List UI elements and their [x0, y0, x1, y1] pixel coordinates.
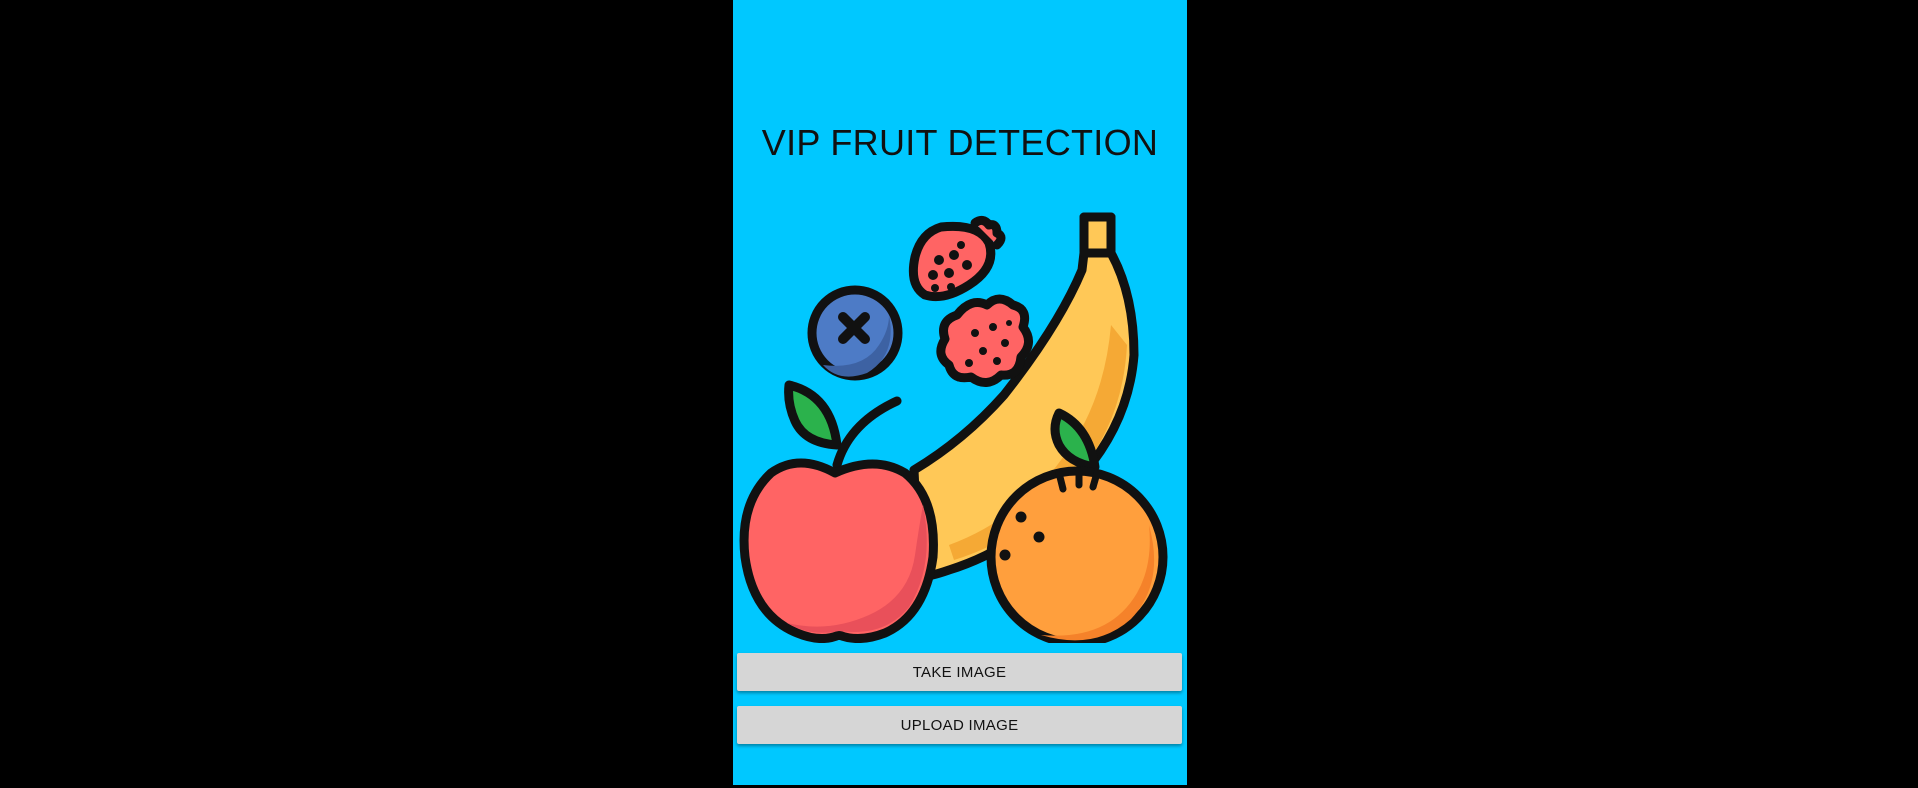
blueberry-icon: [807, 285, 903, 381]
app-screen: VIP FRUIT DETECTION TAKE IMAGE UPLOAD IM…: [733, 0, 1187, 785]
upload-image-button[interactable]: UPLOAD IMAGE: [737, 706, 1182, 744]
page-title: VIP FRUIT DETECTION: [761, 122, 1159, 163]
raspberry-icon: [936, 294, 1033, 387]
apple-stem: [784, 380, 902, 470]
strawberry-icon: [908, 215, 1006, 302]
orange-icon: [986, 466, 1168, 643]
take-image-button[interactable]: TAKE IMAGE: [737, 653, 1182, 691]
apple-icon: [739, 458, 938, 643]
fruit-illustration: [739, 212, 1168, 643]
